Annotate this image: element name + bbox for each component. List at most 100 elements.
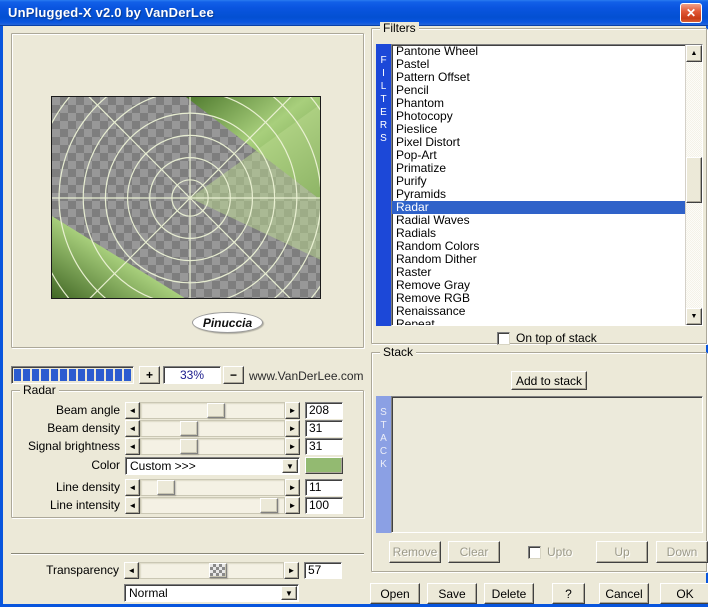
- close-button[interactable]: ✕: [680, 2, 702, 23]
- zoom-out-button[interactable]: −: [223, 366, 244, 384]
- param-label: Transparency: [46, 563, 119, 577]
- slider-thumb[interactable]: [208, 563, 227, 578]
- banner-letter: L: [380, 81, 387, 92]
- slider-left-arrow[interactable]: ◄: [125, 420, 140, 437]
- website-label: www.VanDerLee.com: [249, 369, 364, 383]
- banner-letter: T: [380, 94, 387, 105]
- param-row-transparency: Transparency ◄ ► 57: [11, 562, 364, 579]
- slider-track[interactable]: [140, 479, 285, 496]
- blend-mode-row: Normal ▼: [11, 584, 364, 602]
- color-dropdown[interactable]: Custom >>> ▼: [125, 457, 300, 475]
- banner-letter: T: [380, 420, 387, 431]
- on-top-of-stack-label: On top of stack: [516, 331, 597, 345]
- param-value-field[interactable]: 57: [304, 562, 342, 579]
- param-value-field[interactable]: 208: [305, 402, 343, 419]
- filters-scrollbar[interactable]: ▲ ▼: [685, 45, 702, 325]
- delete-button[interactable]: Delete: [484, 583, 534, 604]
- slider-left-arrow[interactable]: ◄: [125, 479, 140, 496]
- stack-list[interactable]: [391, 396, 703, 533]
- progress-segment: [23, 369, 31, 381]
- param-value-field[interactable]: 11: [305, 479, 343, 496]
- slider-left-arrow[interactable]: ◄: [125, 438, 140, 455]
- blend-mode-dropdown[interactable]: Normal ▼: [124, 584, 299, 602]
- blend-mode-value: Normal: [129, 586, 168, 600]
- slider-track[interactable]: [140, 497, 285, 514]
- slider-right-arrow[interactable]: ►: [285, 438, 300, 455]
- upto-checkbox[interactable]: [528, 545, 541, 559]
- color-swatch-button[interactable]: [305, 457, 343, 474]
- slider-left-arrow[interactable]: ◄: [125, 497, 140, 514]
- param-label: Line intensity: [49, 498, 120, 512]
- param-label: Signal brightness: [27, 439, 120, 453]
- color-dropdown-value: Custom >>>: [130, 459, 196, 473]
- filter-list-item[interactable]: Renaissance: [392, 305, 685, 318]
- title-bar: UnPlugged-X v2.0 by VanDerLee ✕: [0, 0, 708, 26]
- clear-button[interactable]: Clear: [448, 541, 500, 563]
- upto-row: Upto: [528, 545, 572, 559]
- slider-thumb[interactable]: [179, 439, 198, 454]
- progress-segment: [123, 369, 132, 381]
- ok-button[interactable]: OK: [660, 583, 708, 604]
- filters-list[interactable]: Pantone Wheel Pastel Pattern Offset Pencil P…: [391, 44, 703, 326]
- param-label: Beam angle: [55, 403, 120, 417]
- progress-segment: [14, 369, 22, 381]
- slider-track[interactable]: [140, 438, 285, 455]
- remove-button[interactable]: Remove: [389, 541, 441, 563]
- param-row-line-intensity: Line intensity ◄ ► 100: [12, 497, 363, 514]
- save-button[interactable]: Save: [427, 583, 477, 604]
- filter-list-item[interactable]: Pyramids: [392, 188, 685, 201]
- slider-right-arrow[interactable]: ►: [285, 420, 300, 437]
- slider-right-arrow[interactable]: ►: [285, 402, 300, 419]
- progress-segment: [87, 369, 95, 381]
- banner-letter: S: [380, 407, 387, 418]
- help-button[interactable]: ?: [552, 583, 585, 604]
- slider-thumb[interactable]: [157, 480, 176, 495]
- param-value-field[interactable]: 31: [305, 420, 343, 437]
- cancel-button[interactable]: Cancel: [599, 583, 649, 604]
- param-row-beam-angle: Beam angle ◄ ► 208: [12, 402, 363, 419]
- param-row-color: Color Custom >>> ▼: [12, 457, 363, 475]
- scroll-down-icon[interactable]: ▼: [686, 308, 702, 325]
- chevron-down-icon[interactable]: ▼: [281, 586, 297, 600]
- on-top-of-stack-checkbox[interactable]: [497, 331, 510, 345]
- open-button[interactable]: Open: [370, 583, 420, 604]
- slider-right-arrow[interactable]: ►: [284, 562, 299, 579]
- up-button[interactable]: Up: [596, 541, 648, 563]
- slider-thumb[interactable]: [179, 421, 198, 436]
- progress-segment: [32, 369, 40, 381]
- param-label: Line density: [55, 480, 120, 494]
- progress-segment: [68, 369, 77, 381]
- param-value-field[interactable]: 31: [305, 438, 343, 455]
- scroll-up-icon[interactable]: ▲: [686, 45, 702, 62]
- slider-left-arrow[interactable]: ◄: [125, 402, 140, 419]
- add-to-stack-button[interactable]: Add to stack: [511, 371, 587, 390]
- scrollbar-thumb[interactable]: [686, 157, 702, 203]
- slider-thumb[interactable]: [207, 403, 226, 418]
- chevron-down-icon[interactable]: ▼: [282, 459, 298, 473]
- slider-left-arrow[interactable]: ◄: [124, 562, 139, 579]
- filters-side-banner: FILTERS: [376, 44, 391, 326]
- progress-segment: [59, 369, 67, 381]
- progress-bar: [11, 366, 134, 384]
- preview-image[interactable]: [51, 96, 321, 299]
- slider-right-arrow[interactable]: ►: [285, 479, 300, 496]
- zoom-in-button[interactable]: +: [139, 366, 160, 384]
- slider-track[interactable]: [140, 420, 285, 437]
- separator-line: [11, 553, 364, 555]
- filter-list-item[interactable]: Random Dither: [392, 253, 685, 266]
- stack-group: Stack Add to stack STACK Remove Clear Up…: [371, 346, 708, 572]
- slider-track[interactable]: [140, 402, 285, 419]
- progress-segment: [105, 369, 113, 381]
- filter-list-item[interactable]: Primatize: [392, 162, 685, 175]
- filter-list-item[interactable]: Repeat: [392, 318, 685, 326]
- banner-letter: A: [380, 433, 387, 444]
- slider-right-arrow[interactable]: ►: [285, 497, 300, 514]
- slider-thumb[interactable]: [259, 498, 278, 513]
- on-top-of-stack-row: On top of stack: [497, 331, 597, 345]
- slider-track[interactable]: [139, 562, 284, 579]
- filter-list-item[interactable]: Pattern Offset: [392, 71, 685, 84]
- filter-list-item[interactable]: Pantone Wheel: [392, 45, 685, 58]
- param-row-line-density: Line density ◄ ► 11: [12, 479, 363, 496]
- param-value-field[interactable]: 100: [305, 497, 343, 514]
- down-button[interactable]: Down: [656, 541, 708, 563]
